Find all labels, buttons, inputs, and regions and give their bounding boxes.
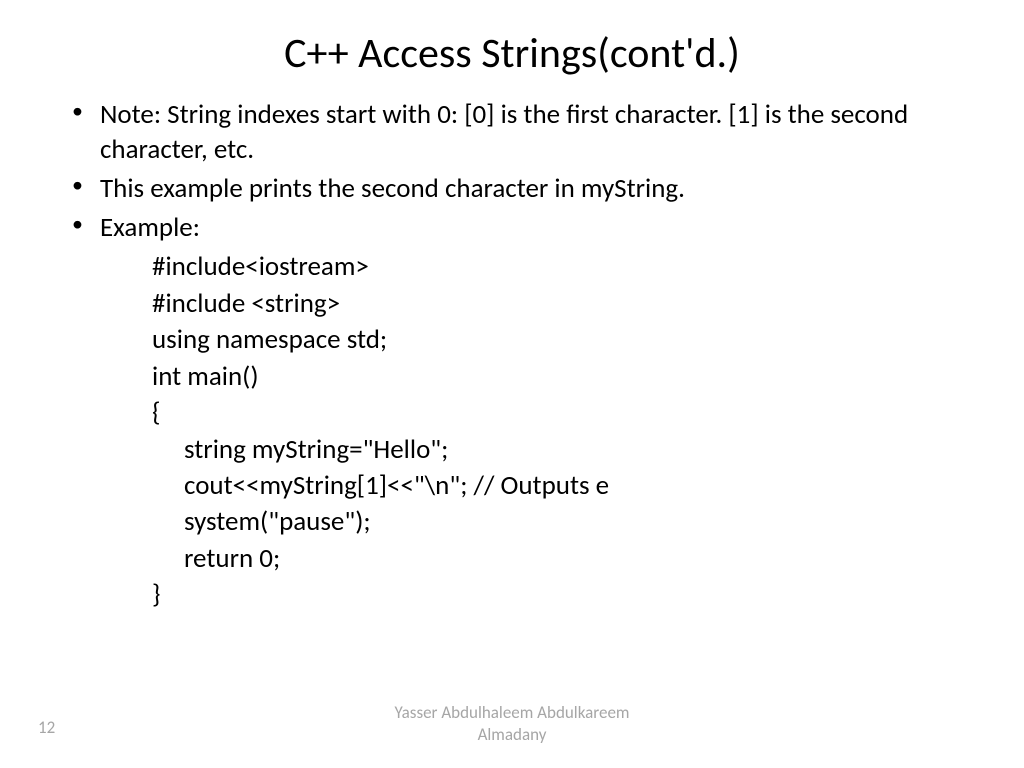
code-line: #include <string>	[152, 286, 964, 322]
bullet-item: This example prints the second character…	[100, 171, 964, 206]
code-line: using namespace std;	[152, 322, 964, 358]
code-line: string myString="Hello";	[152, 432, 964, 468]
code-line: #include<iostream>	[152, 249, 964, 285]
bullet-list: Note: String indexes start with 0: [0] i…	[60, 97, 964, 245]
code-block: #include<iostream> #include <string> usi…	[152, 249, 964, 613]
bullet-item: Example:	[100, 210, 964, 245]
author-line: Yasser Abdulhaleem Abdulkareem	[394, 702, 629, 723]
code-line: int main()	[152, 359, 964, 395]
slide-container: C++ Access Strings(cont'd.) Note: String…	[0, 0, 1024, 768]
author-name: Yasser Abdulhaleem Abdulkareem Almadany	[394, 702, 629, 746]
bullet-item: Note: String indexes start with 0: [0] i…	[100, 97, 964, 167]
footer: Yasser Abdulhaleem Abdulkareem Almadany	[0, 702, 1024, 746]
code-line: {	[152, 395, 964, 431]
author-line: Almadany	[478, 724, 547, 745]
slide-title: C++ Access Strings(cont'd.)	[60, 28, 964, 79]
code-line: cout<<myString[1]<<"\n"; // Outputs e	[152, 468, 964, 504]
code-line: }	[152, 577, 964, 613]
code-line: system("pause");	[152, 504, 964, 540]
code-line: return 0;	[152, 541, 964, 577]
